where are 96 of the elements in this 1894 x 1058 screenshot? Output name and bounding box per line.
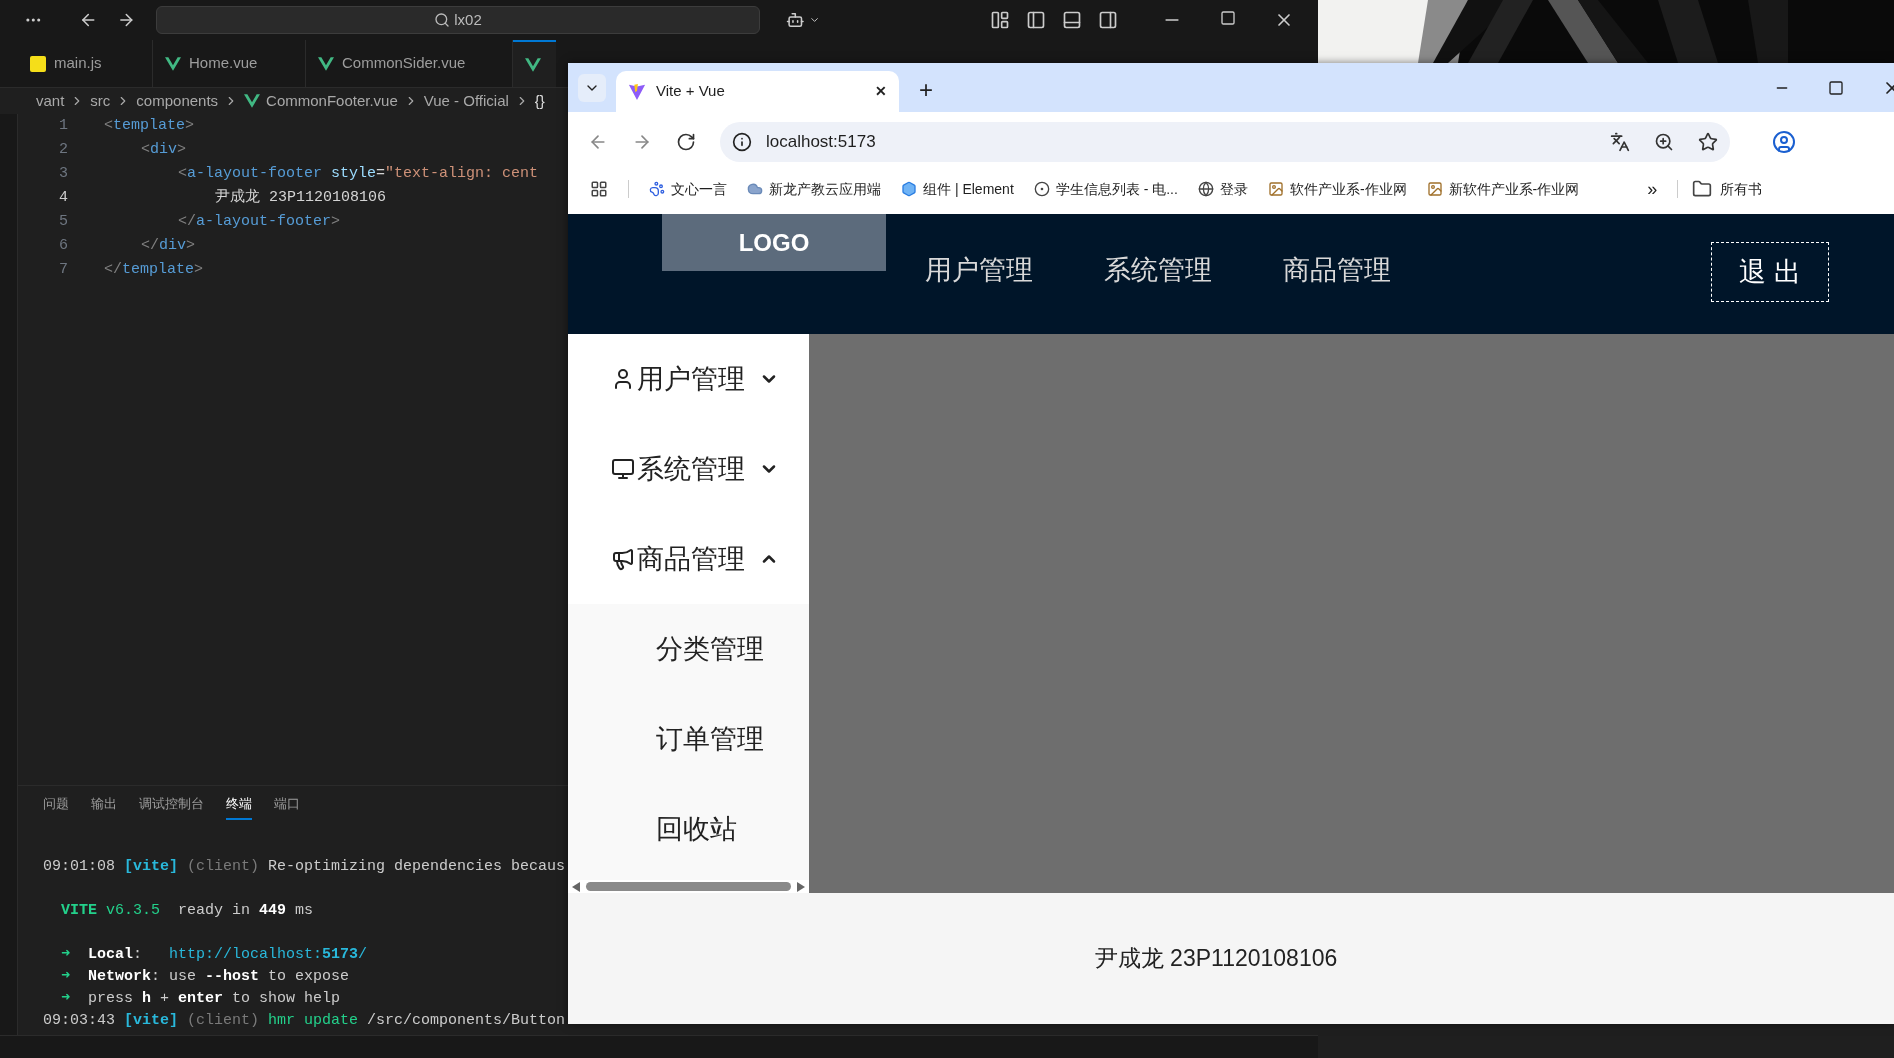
line-number: 3 [58, 163, 69, 184]
file-tab[interactable] [513, 40, 556, 87]
panel-tab[interactable]: 输出 [91, 790, 117, 820]
nav-item[interactable]: 用户管理 [925, 250, 1033, 291]
folder-icon [1692, 179, 1713, 199]
bookmark[interactable]: 新龙产教云应用端 [769, 178, 881, 200]
file-tab[interactable]: Home.vue [153, 40, 306, 87]
logo: LOGO [662, 214, 886, 271]
triangle-logo-icon [628, 82, 646, 101]
breadcrumb-item[interactable]: src [90, 89, 111, 113]
breadcrumb-item[interactable]: components [136, 89, 219, 113]
translate-icon[interactable] [1610, 132, 1630, 152]
image-icon [1426, 181, 1443, 197]
footer-text: 尹成龙 23P1120108106 [1094, 944, 1338, 974]
terminal-line: ➜ Local: http://localhost:5173/ [61, 944, 368, 965]
scroll-left-icon[interactable] [572, 881, 580, 892]
reload-icon[interactable] [676, 132, 696, 152]
robot-icon[interactable] [786, 10, 805, 30]
terminal-line: ➜ Network: use --host to expose [61, 966, 350, 987]
nav-item[interactable]: 系统管理 [1104, 250, 1212, 291]
terminal-line: VITE v6.3.5 ready in 449 ms [61, 900, 314, 921]
logout-button[interactable]: 退 出 [1711, 242, 1829, 302]
scroll-right-icon[interactable] [797, 881, 805, 892]
search-icon [434, 12, 451, 28]
profile-icon[interactable] [1772, 130, 1796, 154]
panel-tab[interactable]: 调试控制台 [139, 790, 204, 820]
panel-tab[interactable]: 终端 [226, 790, 252, 820]
megaphone-icon [611, 547, 635, 571]
terminal-line: 09:01:08 [vite] (client) Re-optimizing dependencies becaus [43, 856, 566, 877]
submenu-item[interactable]: 订单管理 [656, 718, 764, 760]
image-icon [1267, 181, 1284, 197]
paw-icon [649, 181, 665, 197]
line-number: 6 [58, 235, 69, 256]
secondary-sidebar-icon[interactable] [1098, 10, 1118, 30]
zoom-icon[interactable] [1654, 132, 1674, 152]
code-line: <a-layout-footer style="text-align: cent [178, 163, 539, 184]
address-text: localhost:5173 [766, 131, 877, 154]
tab-title: Vite + Vue [656, 81, 726, 102]
apps-icon[interactable] [590, 180, 608, 198]
code-line: 尹成龙 23P1120108106 [215, 187, 387, 208]
code-line: <div> [141, 139, 187, 160]
bookmark[interactable]: 登录 [1219, 178, 1248, 200]
vue-file-icon [318, 55, 334, 72]
breadcrumb-item[interactable]: vant [36, 89, 65, 113]
breadcrumb-item[interactable]: CommonFooter.vue [266, 89, 398, 113]
code-line: </div> [141, 235, 196, 256]
sidebar-toggle-icon[interactable] [1026, 10, 1046, 30]
code-line: </template> [104, 259, 204, 280]
info-icon [732, 132, 752, 152]
menu-item[interactable]: 商品管理 [568, 514, 809, 604]
submenu-item[interactable]: 回收站 [656, 808, 737, 850]
command-search-field[interactable]: lx02 [155, 6, 761, 34]
terminal-line: ➜ press h + enter to show help [61, 988, 341, 1009]
tab-close-button[interactable]: ✕ [875, 81, 887, 102]
breadcrumb-item[interactable]: Vue - Official [423, 89, 509, 113]
hexagon-icon [901, 181, 917, 197]
code-line: </a-layout-footer> [178, 211, 341, 232]
menu-item[interactable]: 系统管理 [568, 424, 809, 514]
new-tab-button[interactable]: + [919, 78, 933, 102]
breadcrumb-item[interactable]: {} [534, 89, 545, 113]
panel-tab[interactable]: 问题 [43, 790, 69, 820]
code-line: <template> [104, 115, 195, 136]
vue-file-icon [525, 56, 541, 73]
bookmark[interactable]: 所有书 [1720, 178, 1763, 200]
bookmark[interactable]: 文心一言 [671, 178, 727, 200]
line-number: 5 [58, 211, 69, 232]
bookmark[interactable]: 软件产业系-作业网 [1289, 178, 1407, 200]
nav-item[interactable]: 商品管理 [1283, 250, 1391, 291]
vue-file-icon [244, 93, 261, 109]
bookmark[interactable]: 学生信息列表 - 电... [1055, 178, 1178, 200]
monitor-icon [611, 457, 635, 481]
panel-toggle-icon[interactable] [1062, 10, 1082, 30]
browser-tab[interactable]: Vite + Vue ✕ [616, 71, 899, 112]
line-number: 2 [58, 139, 69, 160]
line-number: 7 [58, 259, 69, 280]
scrollbar-thumb[interactable] [586, 882, 791, 891]
js-file-icon [30, 55, 46, 72]
cloud-icon [747, 181, 763, 197]
line-number: 4 [58, 187, 69, 208]
file-tab[interactable]: main.js [18, 40, 153, 87]
menu-item[interactable]: 用户管理 [568, 334, 809, 424]
tab-list-button[interactable] [578, 74, 606, 102]
terminal-line: 09:03:43 [vite] (client) hmr update /src/components/Button [43, 1010, 566, 1031]
more-bookmarks-button[interactable]: » [1647, 175, 1658, 203]
layout-icon[interactable] [990, 10, 1010, 30]
line-number: 1 [58, 115, 69, 136]
maximize-icon[interactable] [1828, 79, 1844, 96]
globe-icon [1197, 181, 1214, 197]
circle-icon [1033, 181, 1050, 197]
star-icon[interactable] [1698, 132, 1718, 152]
bookmark[interactable]: 组件 | Element [923, 178, 1014, 200]
vue-file-icon [165, 55, 181, 72]
submenu-item[interactable]: 分类管理 [656, 628, 764, 670]
panel-tab[interactable]: 端口 [274, 790, 300, 820]
bookmark[interactable]: 新软件产业系-作业网 [1448, 178, 1580, 200]
address-bar[interactable]: localhost:5173 [720, 122, 1730, 162]
